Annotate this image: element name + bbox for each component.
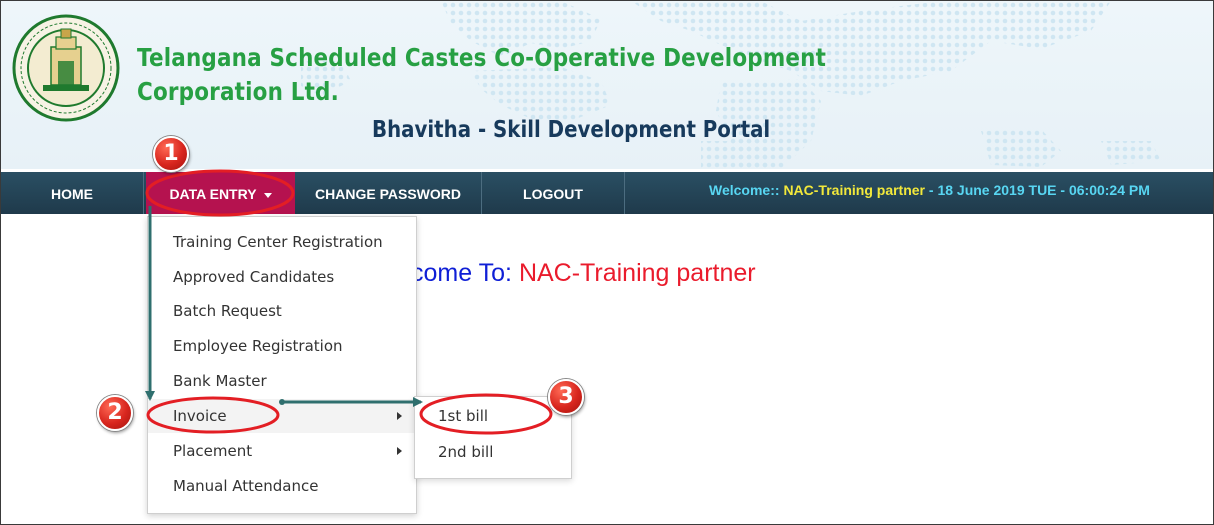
menu-item-batch-request[interactable]: Batch Request	[148, 294, 416, 328]
welcome-heading-name: NAC-Training partner	[518, 259, 756, 287]
welcome-status: Welcome:: NAC-Training partner - 18 June…	[709, 172, 1150, 214]
nav-data-entry[interactable]: DATA ENTRY	[146, 172, 295, 214]
portal-subtitle: Bhavitha - Skill Development Portal	[372, 117, 771, 143]
menu-item-bank-master[interactable]: Bank Master	[148, 364, 416, 398]
menu-item-label: Bank Master	[173, 372, 267, 390]
welcome-label: Welcome::	[709, 182, 784, 198]
menu-item-placement[interactable]: Placement	[148, 434, 416, 468]
submenu-item-2nd-bill[interactable]: 2nd bill	[415, 435, 571, 469]
nav-data-entry-label: DATA ENTRY	[169, 186, 257, 202]
step-3-badge: 3	[548, 379, 584, 415]
menu-item-label: Invoice	[173, 407, 227, 425]
menu-item-manual-attendance[interactable]: Manual Attendance	[148, 469, 416, 503]
page-frame: Telangana Scheduled Castes Co-Operative …	[0, 0, 1214, 525]
menu-item-approved-candidates[interactable]: Approved Candidates	[148, 260, 416, 294]
invoice-submenu: 1st bill 2nd bill	[414, 396, 572, 479]
nav-home[interactable]: HOME	[1, 172, 143, 214]
submenu-item-1st-bill[interactable]: 1st bill	[415, 399, 571, 433]
menu-item-invoice[interactable]: Invoice	[148, 399, 416, 433]
nav-divider	[624, 172, 625, 214]
main-navbar: HOME DATA ENTRY CHANGE PASSWORD LOGOUT W…	[1, 172, 1213, 214]
caret-right-icon	[397, 447, 402, 455]
menu-item-label: Employee Registration	[173, 337, 343, 355]
menu-item-label: Approved Candidates	[173, 268, 335, 286]
nav-logout[interactable]: LOGOUT	[482, 172, 624, 214]
submenu-item-label: 1st bill	[438, 407, 489, 425]
nav-logout-label: LOGOUT	[523, 186, 583, 202]
menu-item-label: Batch Request	[173, 302, 282, 320]
step-1-badge: 1	[153, 136, 189, 172]
data-entry-dropdown-menu: Training Center Registration Approved Ca…	[147, 216, 417, 514]
welcome-user: NAC-Training partner	[783, 182, 926, 198]
nav-change-password-label: CHANGE PASSWORD	[315, 186, 461, 202]
menu-item-label: Manual Attendance	[173, 477, 319, 495]
nav-home-label: HOME	[51, 186, 93, 202]
welcome-datetime: - 18 June 2019 TUE - 06:00:24 PM	[925, 182, 1150, 198]
caret-down-icon	[263, 192, 272, 198]
menu-item-label: Placement	[173, 442, 253, 460]
step-2-badge: 2	[97, 395, 133, 431]
nav-change-password[interactable]: CHANGE PASSWORD	[295, 172, 481, 214]
organization-title: Telangana Scheduled Castes Co-Operative …	[137, 43, 827, 106]
government-of-telangana-seal-icon	[12, 14, 120, 122]
welcome-heading: come To: NAC-Training partner	[411, 259, 756, 288]
caret-right-icon	[397, 412, 402, 420]
welcome-heading-prefix: come To:	[411, 259, 519, 287]
menu-item-training-center-registration[interactable]: Training Center Registration	[148, 225, 416, 259]
submenu-item-label: 2nd bill	[438, 443, 494, 461]
nav-divider	[143, 172, 144, 214]
menu-item-employee-registration[interactable]: Employee Registration	[148, 329, 416, 363]
menu-item-label: Training Center Registration	[173, 233, 383, 251]
